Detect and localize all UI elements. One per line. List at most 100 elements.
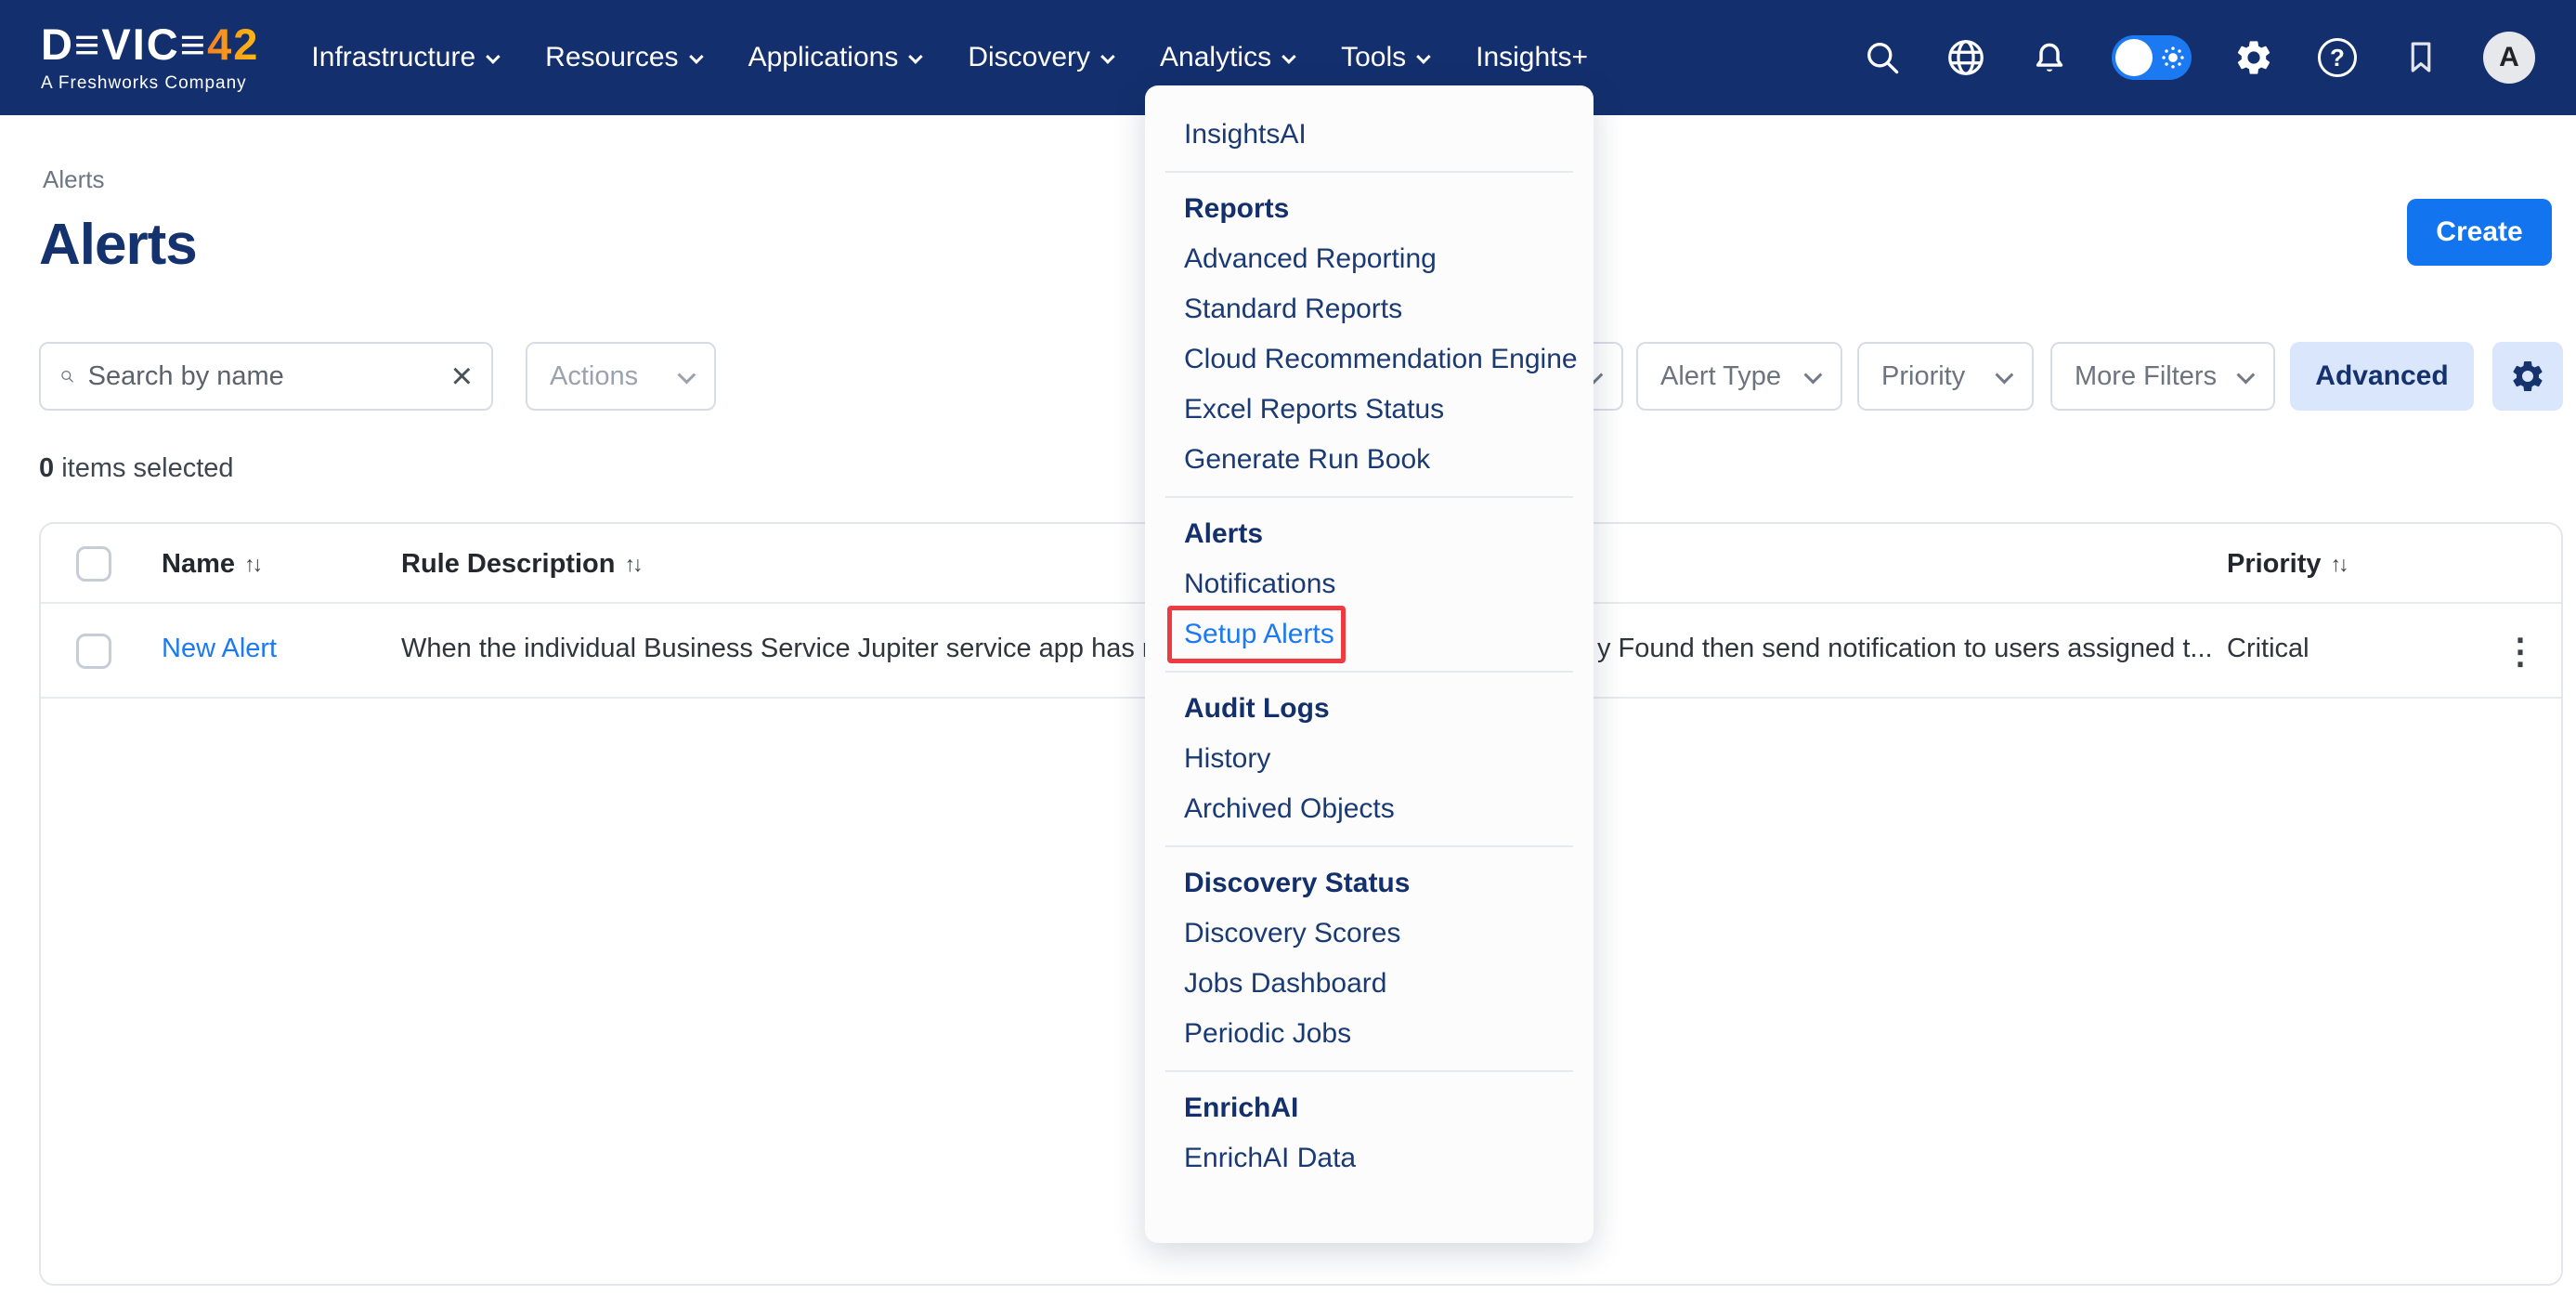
column-label: Rule Description bbox=[401, 549, 615, 580]
sort-icon[interactable]: ↑↓ bbox=[2331, 552, 2347, 577]
menu-item-periodic-jobs[interactable]: Periodic Jobs bbox=[1145, 1009, 1594, 1059]
theme-toggle[interactable] bbox=[2112, 35, 2192, 80]
sort-icon[interactable]: ↑↓ bbox=[244, 552, 260, 577]
sort-icon[interactable]: ↑↓ bbox=[624, 552, 640, 577]
globe-icon[interactable] bbox=[1945, 36, 1987, 79]
nav-label: Tools bbox=[1341, 42, 1406, 73]
chevron-down-icon bbox=[1416, 49, 1431, 64]
menu-divider bbox=[1165, 171, 1573, 173]
nav-item-insights-plus[interactable]: Insights+ bbox=[1476, 42, 1588, 73]
help-glyph: ? bbox=[2330, 44, 2345, 72]
search-input[interactable] bbox=[88, 361, 438, 392]
nav-label: Discovery bbox=[968, 42, 1090, 73]
filter-label: More Filters bbox=[2075, 361, 2217, 392]
priority-filter[interactable]: Priority bbox=[1857, 342, 2034, 411]
avatar-letter: A bbox=[2499, 42, 2519, 73]
filter-label: Priority bbox=[1881, 361, 1965, 392]
nav-label: Infrastructure bbox=[311, 42, 475, 73]
menu-header-reports: Reports bbox=[1145, 184, 1594, 234]
nav-item-resources[interactable]: Resources bbox=[545, 42, 699, 73]
menu-item-cloud-recommendation-engine[interactable]: Cloud Recommendation Engine bbox=[1145, 334, 1594, 385]
search-icon bbox=[59, 360, 75, 393]
menu-item-jobs-dashboard[interactable]: Jobs Dashboard bbox=[1145, 959, 1594, 1009]
menu-item-history[interactable]: History bbox=[1145, 734, 1594, 784]
menu-header-enrichai: EnrichAI bbox=[1145, 1083, 1594, 1133]
rule-description-left-fragment: When the individual Business Service Jup… bbox=[401, 634, 1205, 664]
rule-description-right-fragment: y Found then send notification to users … bbox=[1597, 634, 2213, 664]
column-header-rule-description[interactable]: Rule Description ↑↓ bbox=[401, 524, 640, 604]
selection-count: 0 bbox=[39, 453, 54, 483]
advanced-button[interactable]: Advanced bbox=[2290, 342, 2474, 411]
nav-label: Analytics bbox=[1160, 42, 1271, 73]
toggle-knob bbox=[2115, 39, 2153, 76]
menu-item-standard-reports[interactable]: Standard Reports bbox=[1145, 284, 1594, 334]
device42-logo-42: 42 bbox=[207, 20, 259, 69]
nav-item-analytics[interactable]: Analytics bbox=[1160, 42, 1293, 73]
navbar-icon-group: ? A bbox=[1861, 32, 2535, 84]
primary-nav: Infrastructure Resources Applications Di… bbox=[311, 42, 1588, 73]
menu-item-archived-objects[interactable]: Archived Objects bbox=[1145, 784, 1594, 834]
gear-icon bbox=[2509, 358, 2546, 395]
menu-item-setup-alerts[interactable]: Setup Alerts bbox=[1145, 609, 1594, 660]
notifications-bell-icon[interactable] bbox=[2028, 36, 2071, 79]
bookmark-icon[interactable] bbox=[2400, 36, 2442, 79]
chevron-down-icon bbox=[1804, 366, 1823, 385]
menu-item-insightsai[interactable]: InsightsAI bbox=[1145, 110, 1594, 160]
column-label: Name bbox=[162, 549, 235, 580]
row-kebab-menu-icon[interactable]: ⋮ bbox=[2500, 630, 2541, 673]
chevron-down-icon bbox=[678, 366, 696, 385]
nav-item-tools[interactable]: Tools bbox=[1341, 42, 1427, 73]
device42-logo-text: D≡VIC≡42 bbox=[41, 22, 259, 66]
column-label: Priority bbox=[2227, 549, 2322, 580]
actions-label: Actions bbox=[550, 361, 638, 392]
priority-value: Critical bbox=[2227, 634, 2309, 664]
actions-dropdown[interactable]: Actions bbox=[526, 342, 716, 411]
create-button[interactable]: Create bbox=[2407, 199, 2552, 266]
clear-search-icon[interactable]: × bbox=[451, 358, 473, 395]
filter-label: Alert Type bbox=[1660, 361, 1781, 392]
menu-item-notifications[interactable]: Notifications bbox=[1145, 559, 1594, 609]
chevron-down-icon bbox=[2237, 366, 2256, 385]
page-title: Alerts bbox=[39, 212, 197, 278]
search-icon[interactable] bbox=[1861, 36, 1904, 79]
search-box: × bbox=[39, 342, 493, 411]
menu-divider bbox=[1165, 1070, 1573, 1072]
menu-item-advanced-reporting[interactable]: Advanced Reporting bbox=[1145, 234, 1594, 284]
chevron-down-icon bbox=[486, 49, 501, 64]
table-settings-gear-button[interactable] bbox=[2492, 342, 2563, 411]
menu-item-generate-run-book[interactable]: Generate Run Book bbox=[1145, 435, 1594, 485]
alert-type-filter[interactable]: Alert Type bbox=[1636, 342, 1842, 411]
chevron-down-icon bbox=[689, 49, 704, 64]
analytics-dropdown-menu: InsightsAI Reports Advanced Reporting St… bbox=[1145, 85, 1594, 1243]
menu-item-discovery-scores[interactable]: Discovery Scores bbox=[1145, 909, 1594, 959]
chevron-down-icon bbox=[1100, 49, 1115, 64]
selection-summary: 0 items selected bbox=[39, 453, 234, 484]
user-avatar[interactable]: A bbox=[2483, 32, 2535, 84]
select-all-checkbox[interactable] bbox=[76, 546, 111, 582]
nav-item-infrastructure[interactable]: Infrastructure bbox=[311, 42, 497, 73]
nav-label: Resources bbox=[545, 42, 678, 73]
nav-label: Applications bbox=[748, 42, 899, 73]
alert-name-link[interactable]: New Alert bbox=[162, 634, 277, 664]
device42-logo[interactable]: D≡VIC≡42 A Freshworks Company bbox=[41, 22, 259, 94]
help-icon[interactable]: ? bbox=[2316, 36, 2359, 79]
settings-gear-icon[interactable] bbox=[2232, 36, 2275, 79]
breadcrumb[interactable]: Alerts bbox=[43, 165, 104, 194]
menu-divider bbox=[1165, 496, 1573, 498]
menu-header-alerts: Alerts bbox=[1145, 509, 1594, 559]
menu-header-audit-logs: Audit Logs bbox=[1145, 684, 1594, 734]
nav-item-applications[interactable]: Applications bbox=[748, 42, 920, 73]
row-checkbox[interactable] bbox=[76, 634, 111, 669]
menu-item-enrichai-data[interactable]: EnrichAI Data bbox=[1145, 1133, 1594, 1184]
menu-item-excel-reports-status[interactable]: Excel Reports Status bbox=[1145, 385, 1594, 435]
menu-divider bbox=[1165, 671, 1573, 673]
chevron-down-icon bbox=[1281, 49, 1296, 64]
freshworks-tagline: A Freshworks Company bbox=[41, 73, 247, 94]
column-header-name[interactable]: Name ↑↓ bbox=[162, 524, 260, 604]
sun-icon bbox=[2160, 45, 2186, 71]
column-header-priority[interactable]: Priority ↑↓ bbox=[2227, 524, 2347, 604]
more-filters-dropdown[interactable]: More Filters bbox=[2050, 342, 2275, 411]
selection-text: items selected bbox=[54, 453, 233, 483]
menu-divider bbox=[1165, 845, 1573, 847]
nav-item-discovery[interactable]: Discovery bbox=[968, 42, 1112, 73]
